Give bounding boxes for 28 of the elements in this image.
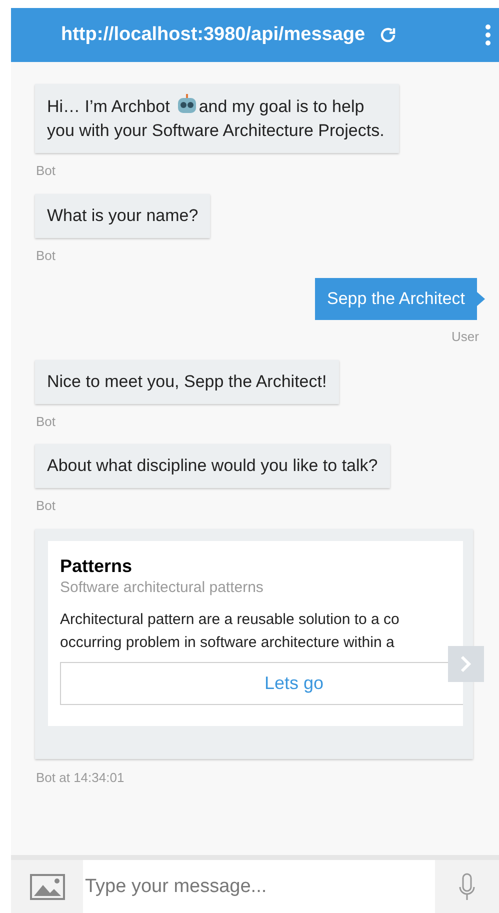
more-vertical-icon — [485, 24, 491, 46]
sender-caption: User — [452, 328, 479, 346]
message-text: What is your name? — [47, 206, 198, 224]
refresh-icon — [379, 26, 398, 44]
sender-caption: Bot — [36, 412, 56, 430]
message-input[interactable]: Type your message... — [83, 860, 435, 913]
card-title: Patterns — [60, 554, 134, 578]
message-text: Nice to meet you, Sepp the Architect! — [47, 372, 327, 390]
message-text: and my goal is to help — [198, 96, 364, 118]
card-text-line: Architectural pattern are a reusable solution to a co — [60, 610, 400, 630]
microphone-icon — [459, 872, 475, 902]
sender-caption: Bot — [36, 162, 56, 180]
message-text: About what discipline would you like to talk? — [47, 456, 378, 475]
robot-icon — [176, 94, 198, 114]
message-text: Hi… I’m Archbot — [47, 96, 170, 118]
card-text-line: occurring problem in software architecture within a — [60, 632, 394, 652]
message-text: you with your Software Architecture Projects. — [47, 120, 386, 142]
card-subtitle: Software architectural patterns — [60, 578, 264, 598]
image-icon — [30, 874, 64, 900]
message-text: Sepp the Architect — [327, 289, 465, 308]
sender-caption: Bot — [36, 246, 56, 264]
endpoint-url: http://localhost:3980/api/message — [61, 22, 366, 47]
sender-caption: Bot — [36, 497, 56, 515]
chevron-right-icon — [460, 654, 472, 672]
refresh-button[interactable] — [379, 26, 398, 44]
lets-go-button[interactable]: Lets go — [60, 662, 463, 704]
timestamp-caption: Bot at 14:34:01 — [36, 768, 124, 786]
more-menu-button[interactable] — [485, 24, 491, 46]
